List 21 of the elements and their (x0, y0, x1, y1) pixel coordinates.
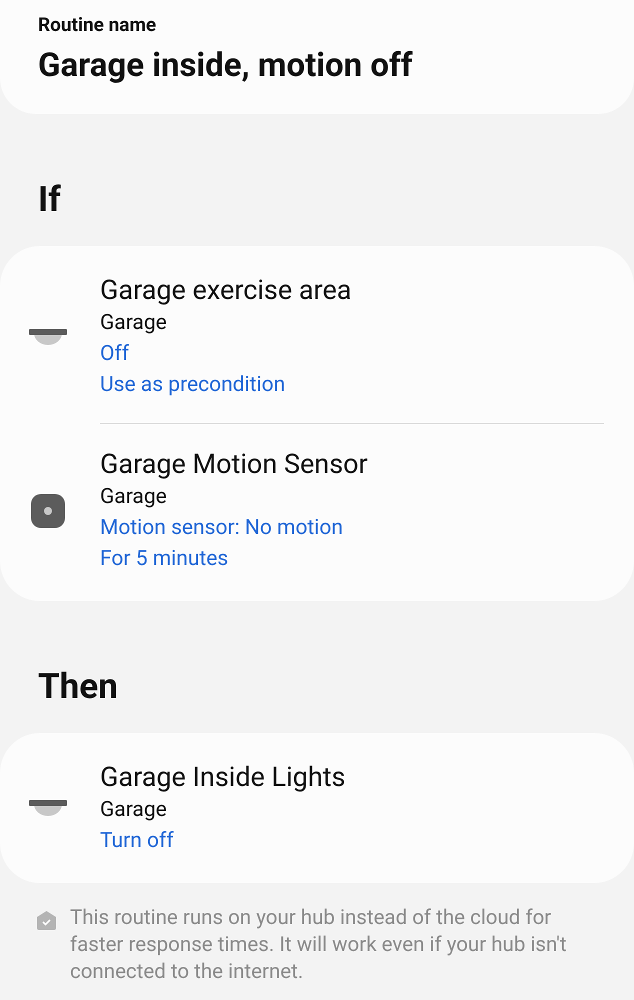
device-detail: For 5 minutes (100, 546, 230, 573)
routine-name-card[interactable]: Routine name Garage inside, motion off (0, 0, 634, 114)
device-name: Garage Motion Sensor (100, 447, 369, 482)
section-heading: If (37, 178, 62, 222)
device-detail: Use as precondition (100, 372, 286, 399)
ceiling-light-icon (28, 800, 68, 816)
device-detail: Motion sensor: No motion (100, 515, 344, 542)
routine-name: Garage inside, motion off (38, 45, 414, 87)
routine-name-label: Routine name (38, 12, 158, 38)
section-heading: Then (37, 665, 119, 709)
device-room: Garage (100, 310, 168, 337)
device-room: Garage (100, 484, 168, 511)
hub-check-icon (37, 911, 56, 930)
device-name: Garage Inside Lights (100, 760, 346, 795)
device-detail: Turn off (100, 828, 175, 855)
ceiling-light-icon (28, 329, 68, 345)
motion-sensor-icon (31, 494, 65, 528)
device-detail: Off (100, 341, 130, 368)
hub-note: This routine runs on your hub instead of the cloud for faster response times. It will work even if your hub isn't connected to the internet. (70, 905, 568, 986)
device-room: Garage (100, 797, 168, 824)
device-name: Garage exercise area (100, 273, 352, 308)
